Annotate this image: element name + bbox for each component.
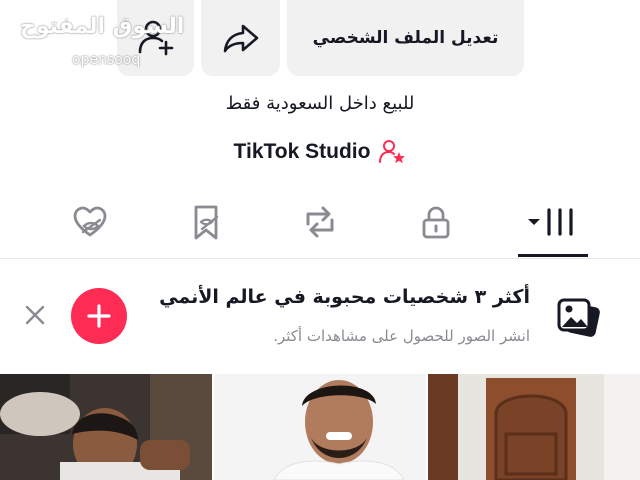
tab-private[interactable] xyxy=(406,196,466,248)
lock-icon xyxy=(422,206,450,239)
heart-hidden-icon xyxy=(73,206,107,237)
thumb-2-image xyxy=(214,374,426,480)
video-grid xyxy=(0,374,640,480)
thumb-1-image xyxy=(0,374,212,480)
plus-icon xyxy=(87,304,111,328)
tab-favorites[interactable] xyxy=(176,196,236,248)
tab-reposts[interactable] xyxy=(290,196,350,248)
share-profile-button[interactable] xyxy=(201,0,280,76)
promo-subtitle: انشر الصور للحصول على مشاهدات أكثر. xyxy=(273,327,530,345)
video-thumb-1[interactable] xyxy=(0,374,212,480)
tab-videos[interactable] xyxy=(518,196,588,248)
video-thumb-2[interactable] xyxy=(214,374,426,480)
edit-profile-label: تعديل الملف الشخصي xyxy=(312,28,499,48)
edit-profile-button[interactable]: تعديل الملف الشخصي xyxy=(287,0,524,76)
grid-bars-icon xyxy=(528,208,573,236)
watermark-sub-text: opensooq xyxy=(72,52,141,68)
close-promo-button[interactable] xyxy=(18,298,52,332)
share-arrow-icon xyxy=(223,24,258,53)
opensooq-watermark: السوق المفتوح opensooq xyxy=(20,14,184,78)
active-tab-indicator xyxy=(518,254,588,257)
repost-icon xyxy=(306,206,334,238)
photo-promo-banner: أكثر ٣ شخصيات محبوبة في عالم الأنمي انشر… xyxy=(0,260,640,374)
close-icon xyxy=(25,305,45,325)
profile-tabs xyxy=(0,196,640,258)
thumb-3-image xyxy=(428,374,640,480)
profile-bio: للبيع داخل السعودية فقط xyxy=(225,93,415,114)
add-photo-button[interactable] xyxy=(71,288,127,344)
bookmark-hidden-icon xyxy=(194,205,219,240)
tiktok-studio-label: TikTok Studio xyxy=(233,140,371,163)
video-thumb-3[interactable] xyxy=(428,374,640,480)
tabs-divider xyxy=(0,258,640,259)
watermark-main-text: السوق المفتوح xyxy=(20,14,185,39)
creator-star-icon xyxy=(379,140,406,164)
tab-liked[interactable] xyxy=(60,196,120,248)
tiktok-studio-link[interactable]: TikTok Studio xyxy=(0,138,640,166)
promo-title: أكثر ٣ شخصيات محبوبة في عالم الأنمي xyxy=(159,286,530,308)
photo-stack-icon xyxy=(557,298,600,337)
